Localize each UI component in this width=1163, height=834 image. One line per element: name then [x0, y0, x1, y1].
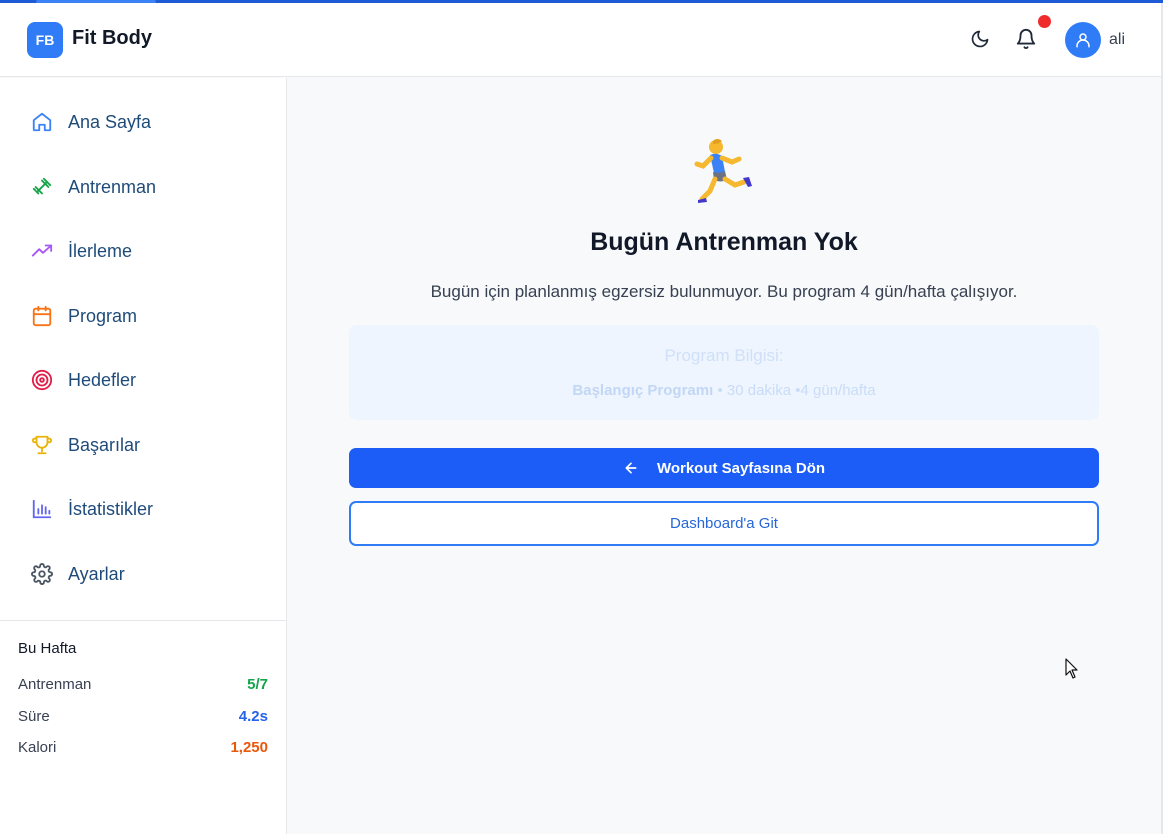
stat-row-sure: Süre 4.2s: [18, 708, 268, 725]
runner-icon: [694, 139, 752, 203]
page-subtitle: Bugün için planlanmış egzersiz bulunmuyo…: [430, 282, 1018, 301]
sidebar-item-hedefler[interactable]: Hedefler: [30, 360, 270, 400]
sidebar-item-label: Hedefler: [68, 369, 137, 390]
app-logo[interactable]: FB: [27, 22, 63, 58]
page-title: Bugün Antrenman Yok: [590, 228, 858, 256]
stat-value: 1,250: [230, 739, 268, 756]
program-frequency: 4 gün/hafta: [800, 382, 876, 399]
week-summary-title: Bu Hafta: [18, 640, 77, 657]
stat-label: Süre: [18, 708, 50, 725]
mouse-cursor-icon: [1065, 658, 1078, 679]
separator: •: [713, 382, 727, 399]
stat-value: 5/7: [247, 676, 268, 693]
sidebar-item-antrenman[interactable]: Antrenman: [30, 167, 270, 207]
stat-row-antrenman: Antrenman 5/7: [18, 676, 268, 693]
back-to-workout-label: Workout Sayfasına Dön: [656, 459, 826, 477]
avatar[interactable]: [1065, 22, 1101, 58]
trophy-icon: [30, 433, 54, 457]
dumbbell-icon: [30, 175, 54, 199]
sidebar-divider: [0, 620, 286, 621]
stat-row-kalori: Kalori 1,250: [18, 739, 268, 756]
sidebar-item-label: İlerleme: [68, 240, 133, 261]
brand-name[interactable]: Fit Body: [72, 27, 152, 50]
bell-icon[interactable]: [1015, 28, 1037, 50]
separator: •: [791, 382, 801, 399]
program-name: Başlangıç Programı: [572, 382, 714, 399]
sidebar-item-basarilar[interactable]: Başarılar: [30, 425, 270, 465]
sidebar: Ana Sayfa Antrenman İlerleme Program Hed…: [0, 78, 287, 834]
sidebar-item-ayarlar[interactable]: Ayarlar: [30, 554, 270, 594]
sidebar-item-label: Program: [68, 305, 138, 326]
sidebar-item-label: Ana Sayfa: [68, 111, 152, 132]
program-info-title: Program Bilgisi:: [664, 346, 784, 365]
stat-label: Kalori: [18, 739, 57, 756]
sidebar-item-ana-sayfa[interactable]: Ana Sayfa: [30, 102, 270, 142]
sidebar-item-label: Antrenman: [68, 176, 157, 197]
go-to-dashboard-button[interactable]: Dashboard'a Git: [349, 501, 1099, 546]
moon-icon[interactable]: [969, 28, 991, 50]
sidebar-item-label: İstatistikler: [68, 498, 154, 519]
go-to-dashboard-label: Dashboard'a Git: [670, 515, 778, 532]
trending-up-icon: [30, 239, 54, 263]
target-icon: [30, 368, 54, 392]
sidebar-item-program[interactable]: Program: [30, 296, 270, 336]
notification-badge: [1038, 15, 1051, 28]
main-content: Bugün Antrenman Yok Bugün için planlanmı…: [287, 78, 1161, 834]
program-info-box: Program Bilgisi: Başlangıç Programı • 30…: [349, 325, 1099, 420]
sidebar-item-label: Ayarlar: [68, 563, 125, 584]
program-info-line: Başlangıç Programı • 30 dakika •4 gün/ha…: [349, 382, 1099, 399]
app-header: FB Fit Body ali: [0, 3, 1163, 77]
sidebar-item-ilerleme[interactable]: İlerleme: [30, 231, 270, 271]
sidebar-item-label: Başarılar: [68, 434, 141, 455]
bar-chart-icon: [30, 497, 54, 521]
home-icon: [30, 110, 54, 134]
gear-icon: [30, 562, 54, 586]
program-duration: 30 dakika: [726, 382, 792, 399]
sidebar-item-istatistikler[interactable]: İstatistikler: [30, 489, 270, 529]
back-to-workout-button[interactable]: Workout Sayfasına Dön: [349, 448, 1099, 488]
user-icon: [1076, 33, 1090, 48]
arrow-left-icon: [623, 460, 639, 476]
username[interactable]: ali: [1109, 31, 1125, 49]
calendar-icon: [30, 304, 54, 328]
stat-label: Antrenman: [18, 676, 92, 693]
stat-value: 4.2s: [238, 708, 268, 725]
